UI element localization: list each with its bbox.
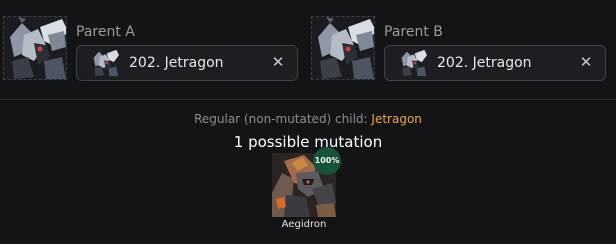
parent-a-label: Parent A	[76, 24, 135, 40]
parent-b-clear-button[interactable]: ✕	[577, 53, 595, 71]
jetragon-thumb-image	[399, 49, 427, 77]
parent-a-select[interactable]: 202. Jetragon ✕	[76, 45, 298, 81]
parent-b-select[interactable]: 202. Jetragon ✕	[384, 45, 606, 81]
chance-badge: 100%	[313, 147, 341, 175]
parent-b-slot: Parent B 202. Jetragon ✕	[311, 16, 611, 84]
jetragon-image	[312, 17, 374, 79]
regular-child-prefix: Regular (non-mutated) child:	[194, 112, 368, 126]
parent-a-thumb	[91, 49, 119, 77]
jetragon-thumb-image	[91, 49, 119, 77]
parent-b-thumb	[399, 49, 427, 77]
mutation-result-card[interactable]: 100% Aegidron	[272, 147, 341, 233]
mutation-result-name: Aegidron	[281, 219, 327, 230]
mutation-count: 1 possible mutation	[233, 133, 383, 151]
regular-child-name[interactable]: Jetragon	[371, 112, 421, 126]
parent-b-label: Parent B	[384, 24, 443, 40]
parent-a-portrait[interactable]	[3, 16, 67, 80]
parent-a-slot: Parent A 202. Jetragon ✕	[3, 16, 303, 84]
parent-b-selected-value: 202. Jetragon	[437, 55, 532, 71]
parent-a-clear-button[interactable]: ✕	[269, 53, 287, 71]
regular-child-line: Regular (non-mutated) child: Jetragon	[0, 112, 616, 126]
close-icon: ✕	[579, 53, 593, 71]
breeding-calculator: Parent A 202. Jetragon ✕ Parent B 202. J…	[0, 0, 616, 244]
close-icon: ✕	[271, 53, 285, 71]
parent-b-portrait[interactable]	[311, 16, 375, 80]
jetragon-image	[4, 17, 66, 79]
section-divider	[0, 99, 616, 100]
parent-a-selected-value: 202. Jetragon	[129, 55, 224, 71]
